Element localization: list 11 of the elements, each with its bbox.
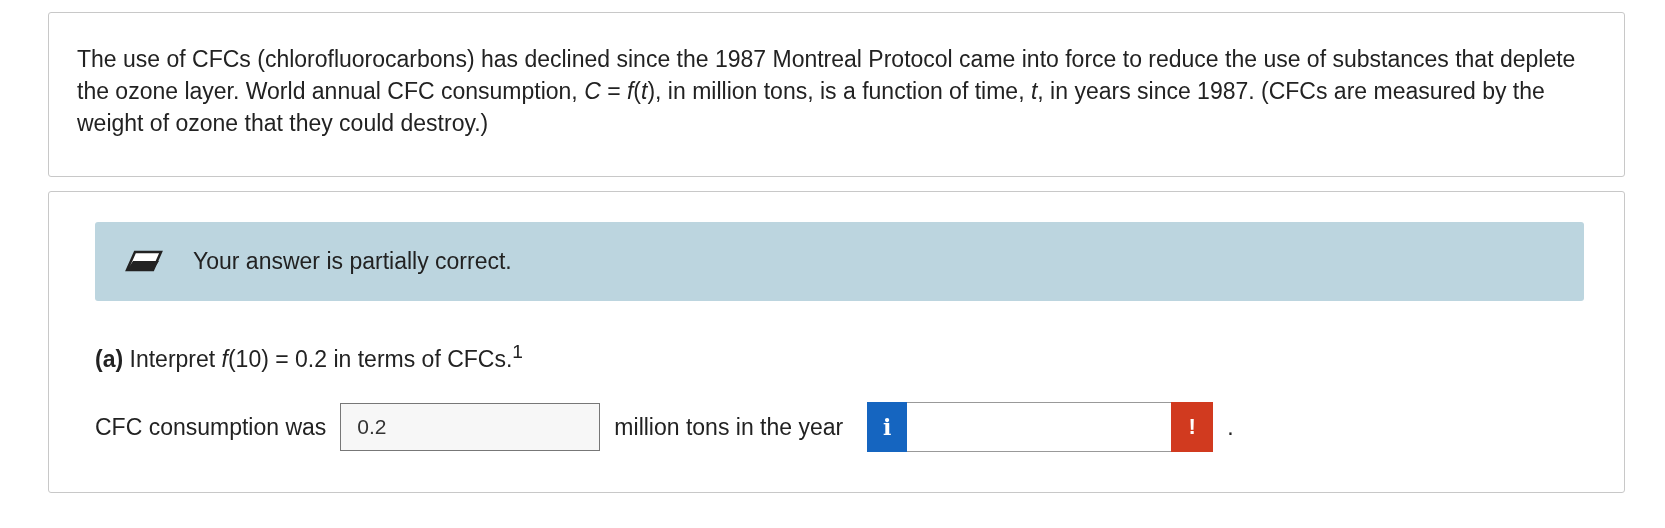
feedback-text: Your answer is partially correct. [193,247,512,275]
question-prompt: (a) Interpret f(10) = 0.2 in terms of CFCs.$^{1}$ [95,340,524,373]
period-text: . [1227,413,1234,441]
answer-field[interactable] [907,402,1172,453]
error-button[interactable]: ! [1171,402,1214,453]
info-button[interactable]: i [867,402,908,453]
answer-label: CFC consumption was [95,413,327,441]
answer-label: million tons in the year [614,413,844,441]
answer-field[interactable]: 0.2 [340,403,601,452]
problem-text: The use of CFCs (chlorofluorocarbons) has declined since the 1987 Montreal Protocol came into force to reduce the use of substances that deplete the ozone layer. World annual CFC consumption, C = f(t), in million tons, is a function of time, t, in years since 1987. (CFCs are measured by the weight of ozone that they could destroy.) [77,45,1577,139]
eraser-icon [125,250,163,273]
